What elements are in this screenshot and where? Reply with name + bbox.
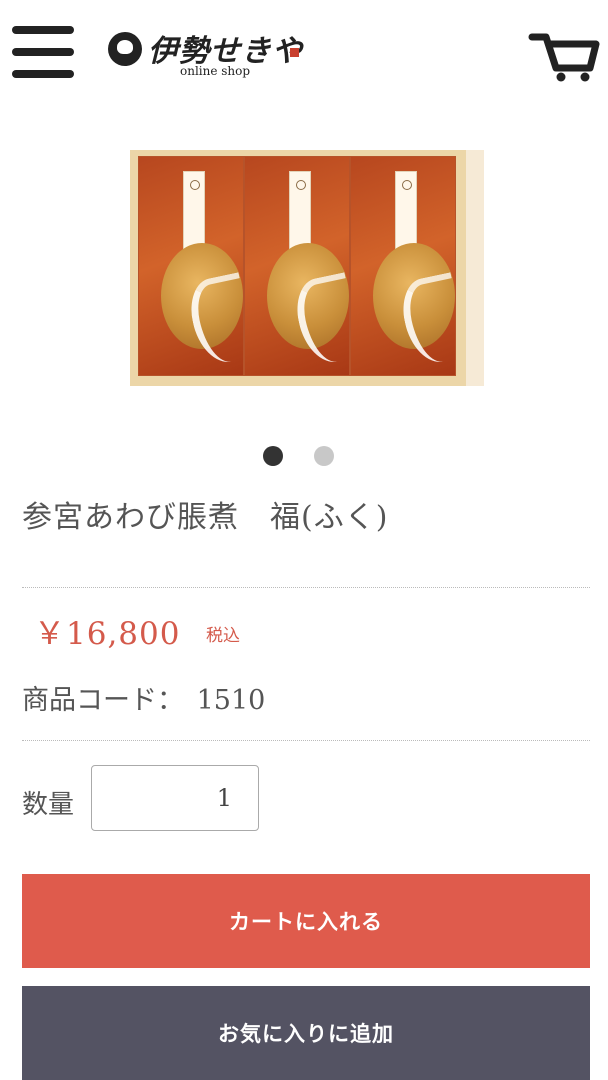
tax-label: 税込	[206, 626, 240, 646]
product-pack	[350, 156, 469, 376]
add-to-cart-button[interactable]: カートに入れる	[22, 874, 590, 968]
logo-emblem-icon	[108, 32, 142, 66]
logo-subtitle: online shop	[180, 64, 251, 78]
product-code-label: 商品コード：	[22, 685, 184, 716]
hamburger-menu-icon[interactable]	[12, 26, 76, 82]
carousel-dot-2[interactable]	[314, 446, 334, 466]
carousel-indicator	[263, 446, 343, 468]
product-price: ￥16,800	[34, 616, 181, 652]
site-header: 伊勢せきや online shop	[0, 0, 608, 108]
product-code-value: 1510	[196, 685, 266, 716]
logo-seal-icon	[290, 48, 299, 57]
product-pack	[244, 156, 363, 376]
product-title: 参宮あわび脹煮 福(ふく)	[22, 500, 389, 535]
carousel-dot-1[interactable]	[263, 446, 283, 466]
shopping-cart-icon[interactable]	[528, 30, 600, 82]
product-pack	[138, 156, 257, 376]
quantity-input[interactable]	[91, 765, 259, 831]
quantity-label: 数量	[22, 790, 75, 820]
add-to-favorites-button[interactable]: お気に入りに追加	[22, 986, 590, 1080]
site-logo[interactable]: 伊勢せきや online shop	[108, 26, 304, 82]
divider	[22, 740, 590, 741]
product-image[interactable]	[130, 150, 484, 386]
product-code: 商品コード： 1510	[22, 678, 265, 717]
divider	[22, 587, 590, 588]
